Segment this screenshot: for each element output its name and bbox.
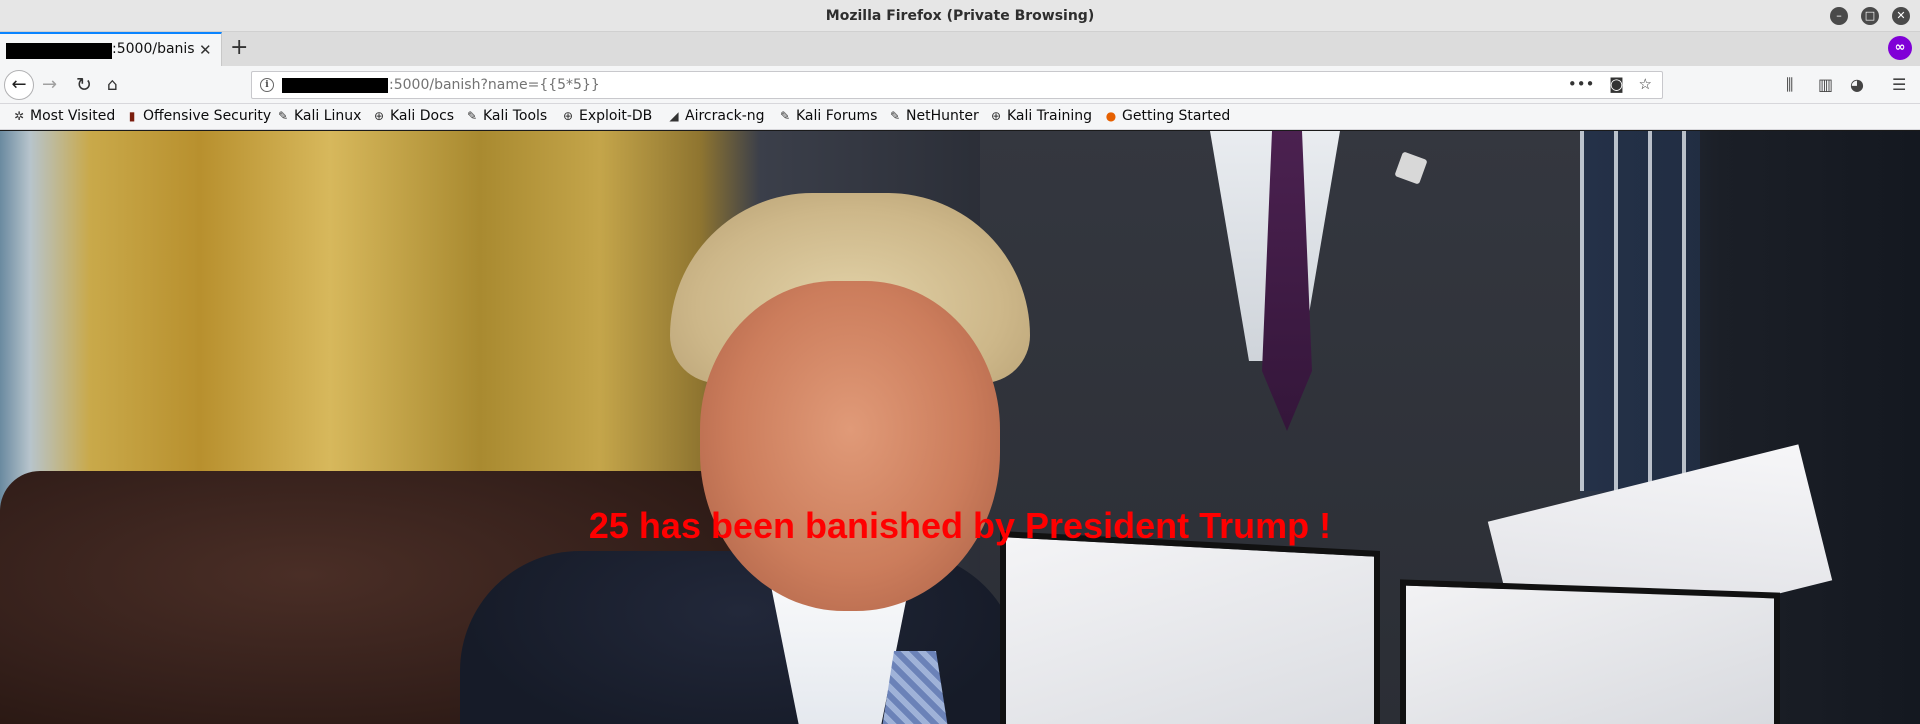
bookmark-offensive-security[interactable]: ▮ Offensive Security xyxy=(125,108,272,124)
home-button[interactable]: ⌂ xyxy=(107,71,118,99)
forward-button[interactable]: → xyxy=(42,71,57,99)
back-button[interactable]: ← xyxy=(4,70,34,100)
page-actions-icon[interactable]: ••• xyxy=(1568,75,1595,93)
title-bar: Mozilla Firefox (Private Browsing) – □ ✕ xyxy=(0,0,1920,32)
menu-icon[interactable]: ☰ xyxy=(1892,75,1906,94)
bookmark-kali-tools[interactable]: ✎ Kali Tools xyxy=(465,108,547,124)
new-tab-button[interactable]: + xyxy=(230,34,248,62)
navigation-bar: ← → ↻ ⌂ i :5000/banish?name={{5*5}} ••• … xyxy=(0,66,1920,104)
bookmark-nethunter[interactable]: ✎ NetHunter xyxy=(888,108,979,124)
globe-icon: ⊕ xyxy=(373,109,385,123)
bookmark-exploit-db[interactable]: ⊕ Exploit-DB xyxy=(561,108,652,124)
window-title: Mozilla Firefox (Private Browsing) xyxy=(825,8,1095,24)
extension-icon[interactable]: ◕ xyxy=(1850,75,1864,94)
bookmark-getting-started[interactable]: ● Getting Started xyxy=(1104,108,1231,124)
globe-icon: ⊕ xyxy=(562,109,574,123)
document-right-page xyxy=(1400,579,1780,724)
minimize-icon[interactable]: – xyxy=(1830,7,1848,25)
document-left-page xyxy=(1000,531,1380,724)
reload-button[interactable]: ↻ xyxy=(76,71,92,99)
redaction-box xyxy=(6,43,112,59)
offsec-icon: ▮ xyxy=(128,109,136,123)
kali-icon: ✎ xyxy=(779,109,791,123)
private-browsing-icon: ∞ xyxy=(1888,36,1912,60)
aircrack-icon: ◢ xyxy=(669,109,679,123)
globe-icon: ⊕ xyxy=(990,109,1002,123)
bookmark-star-icon[interactable]: ☆ xyxy=(1639,75,1652,93)
kali-icon: ✎ xyxy=(889,109,901,123)
kali-icon: ✎ xyxy=(277,109,289,123)
bookmark-kali-forums[interactable]: ✎ Kali Forums xyxy=(778,108,877,124)
sidebar-icon[interactable]: ▥ xyxy=(1818,75,1833,94)
tab-banish[interactable]: :5000/banish ✕ xyxy=(0,32,222,66)
bookmark-kali-docs[interactable]: ⊕ Kali Docs xyxy=(372,108,454,124)
tab-strip: :5000/banish ✕ + ∞ xyxy=(0,32,1920,66)
gear-icon: ✲ xyxy=(13,109,25,123)
bookmarks-toolbar: ✲ Most Visited ▮ Offensive Security ✎ Kali … xyxy=(0,104,1920,130)
url-bar[interactable]: i :5000/banish?name={{5*5}} ••• ◙ ☆ xyxy=(251,71,1663,99)
firefox-icon: ● xyxy=(1105,109,1117,123)
subject-face xyxy=(700,281,1000,611)
tab-close-icon[interactable]: ✕ xyxy=(199,41,212,59)
bookmark-aircrack-ng[interactable]: ◢ Aircrack-ng xyxy=(667,108,764,124)
bookmark-kali-linux[interactable]: ✎ Kali Linux xyxy=(276,108,362,124)
pocket-icon[interactable]: ◙ xyxy=(1609,75,1624,93)
tab-label: :5000/banish xyxy=(112,41,194,57)
page-content: 25 has been banished by President Trump … xyxy=(0,131,1920,724)
bookmark-most-visited[interactable]: ✲ Most Visited xyxy=(12,108,115,124)
kali-icon: ✎ xyxy=(466,109,478,123)
site-info-icon[interactable]: i xyxy=(260,78,274,92)
url-input[interactable]: :5000/banish?name={{5*5}} xyxy=(389,77,600,93)
redaction-box xyxy=(282,78,388,93)
close-icon[interactable]: ✕ xyxy=(1892,7,1910,25)
banish-message: 25 has been banished by President Trump … xyxy=(588,505,1332,546)
bookmark-kali-training[interactable]: ⊕ Kali Training xyxy=(989,108,1092,124)
maximize-icon[interactable]: □ xyxy=(1861,7,1879,25)
library-icon[interactable]: ⫼ xyxy=(1786,75,1793,95)
url-actions: ••• ◙ ☆ xyxy=(1558,75,1652,93)
